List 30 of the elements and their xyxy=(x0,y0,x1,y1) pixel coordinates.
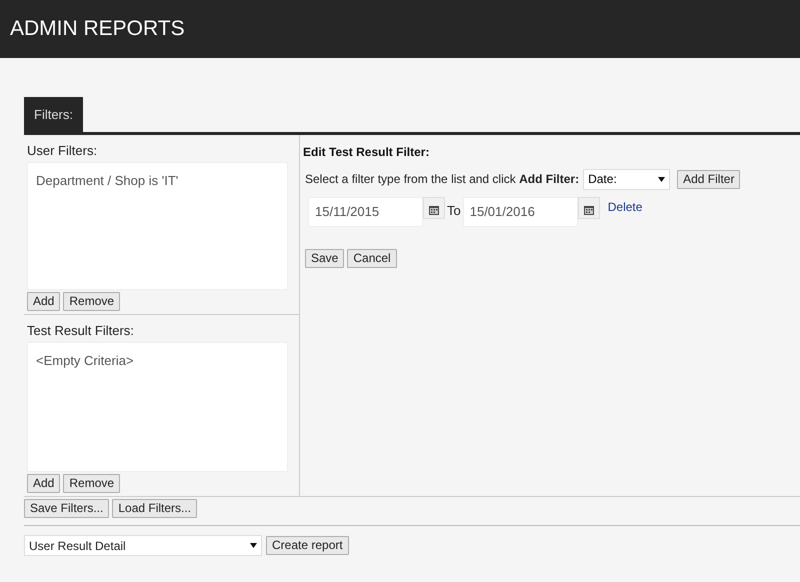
filter-type-select[interactable]: Date: xyxy=(583,168,670,190)
date-field[interactable]: 15/01/2016 xyxy=(462,197,578,227)
calendar-icon xyxy=(429,205,439,215)
report-type-select[interactable]: User Result Detail xyxy=(24,535,262,556)
button[interactable]: Load Filters... xyxy=(112,499,198,518)
caret-icon xyxy=(250,543,257,548)
button[interactable]: Save Filters... xyxy=(24,499,110,518)
range-label: To xyxy=(447,202,461,220)
filter-item[interactable]: Department / Shop is 'IT' xyxy=(36,171,279,190)
button[interactable]: Create report xyxy=(266,536,349,555)
filter-item[interactable]: <Empty Criteria> xyxy=(36,351,279,370)
button[interactable]: Add xyxy=(27,292,60,311)
calendar-button[interactable] xyxy=(423,197,445,219)
tab[interactable]: Filters: xyxy=(24,97,83,132)
button[interactable]: Remove xyxy=(63,292,120,311)
calendar-icon xyxy=(584,205,594,215)
button[interactable]: Add xyxy=(27,474,60,493)
button[interactable]: Save xyxy=(305,249,344,268)
caret-icon xyxy=(658,176,666,182)
page-title: ADMIN REPORTS xyxy=(10,16,185,42)
date-field[interactable]: 15/11/2015 xyxy=(308,197,423,227)
delete-link[interactable]: Delete xyxy=(608,198,642,216)
button[interactable]: Cancel xyxy=(347,249,397,268)
instruction-text: Select a filter type from the list and click Add Filter: xyxy=(305,171,580,188)
section-title: Edit Test Result Filter: xyxy=(303,144,430,161)
section-label: User Filters: xyxy=(27,143,98,159)
section-label: Test Result Filters: xyxy=(27,323,135,339)
button[interactable]: Remove xyxy=(63,474,120,493)
button[interactable]: Add Filter xyxy=(677,170,740,189)
calendar-button[interactable] xyxy=(578,197,600,219)
